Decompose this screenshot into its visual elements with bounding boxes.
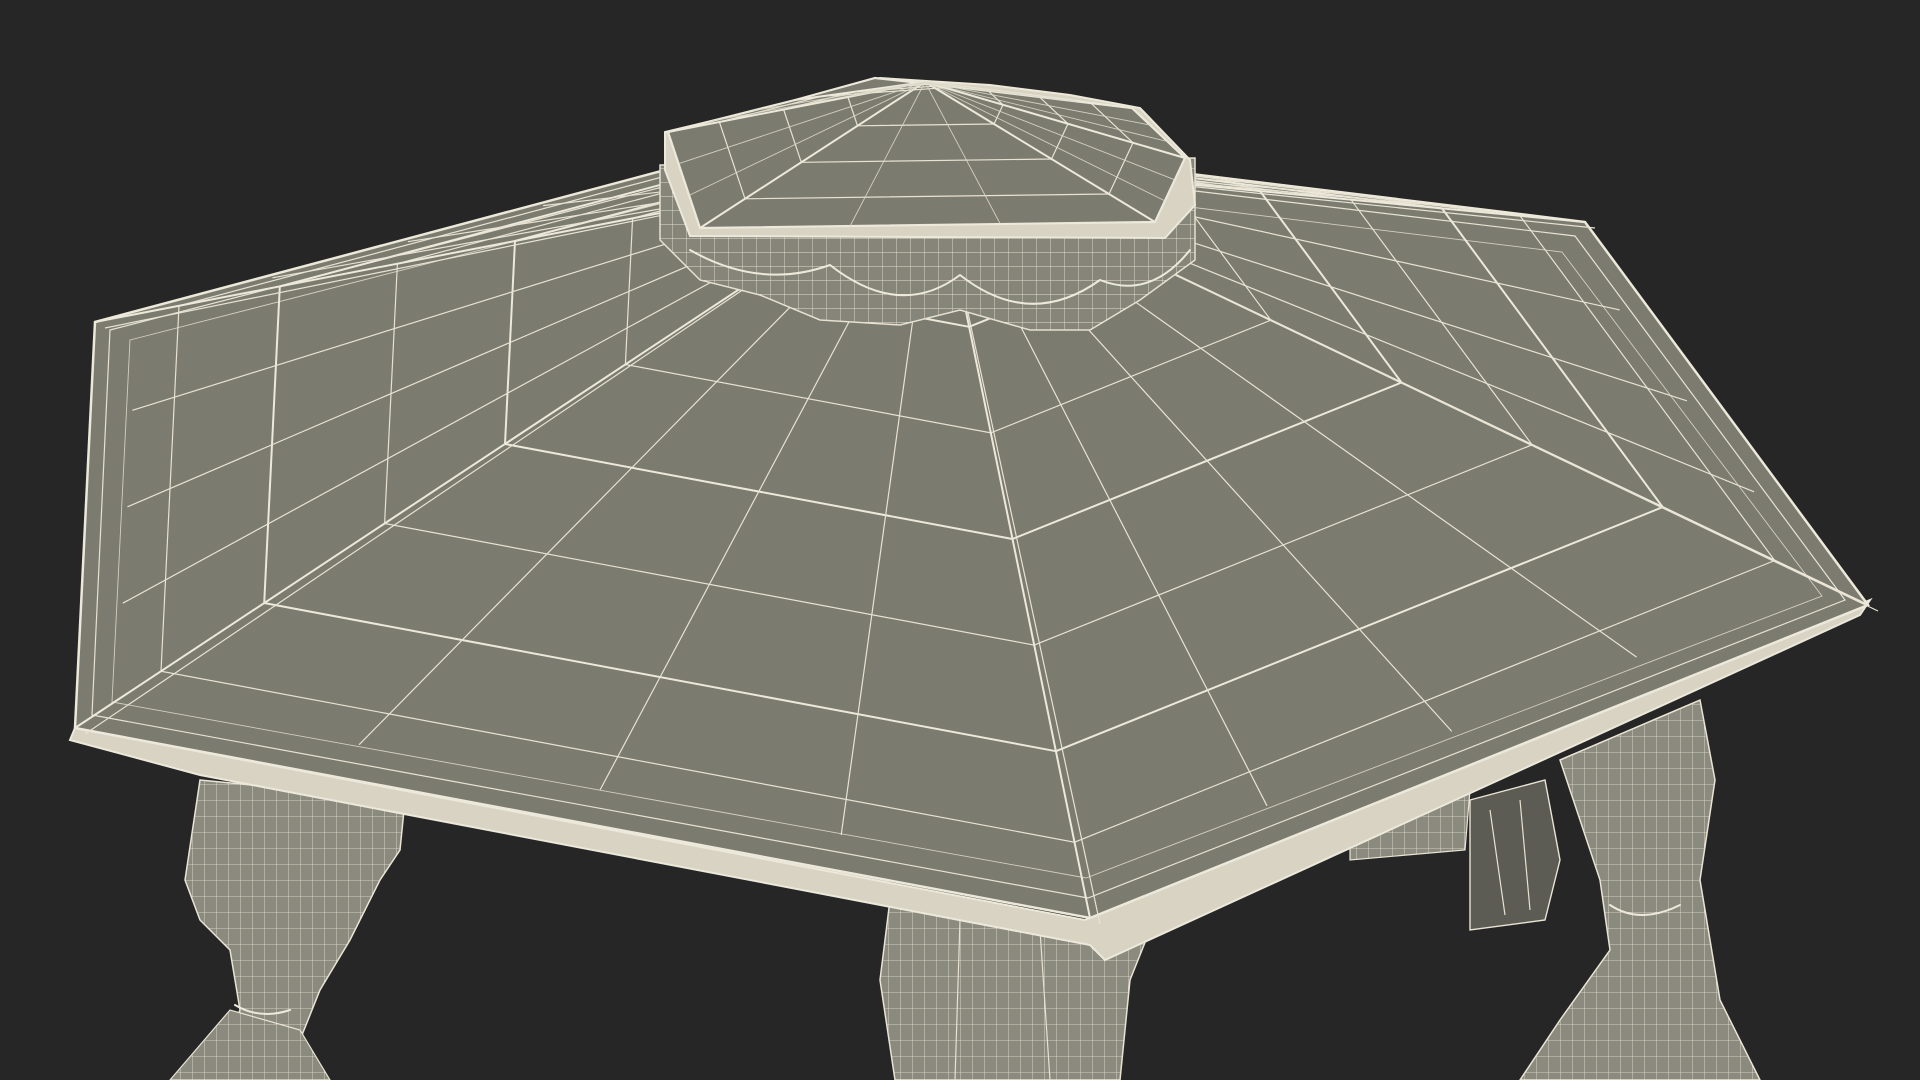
curtain-back-left bbox=[169, 779, 406, 1080]
cupola-roof bbox=[664, 76, 1197, 240]
wireframe-viewport bbox=[0, 0, 1920, 1080]
gazebo-wireframe-render bbox=[68, 76, 1879, 1080]
